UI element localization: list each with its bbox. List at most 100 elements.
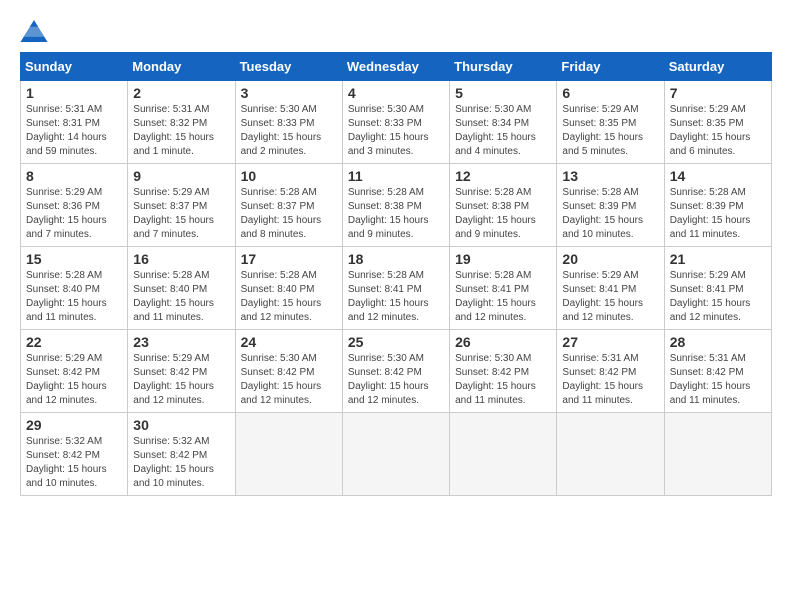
day-number: 23	[133, 334, 229, 350]
calendar-week-5: 29 Sunrise: 5:32 AMSunset: 8:42 PMDayligh…	[21, 413, 772, 496]
day-info: Sunrise: 5:30 AMSunset: 8:42 PMDaylight:…	[455, 352, 551, 408]
day-info: Sunrise: 5:28 AMSunset: 8:40 PMDaylight:…	[26, 269, 122, 325]
calendar-cell: 21 Sunrise: 5:29 AMSunset: 8:41 PMDayligh…	[664, 247, 771, 330]
day-info: Sunrise: 5:30 AMSunset: 8:33 PMDaylight:…	[348, 103, 444, 159]
day-info: Sunrise: 5:29 AMSunset: 8:42 PMDaylight:…	[133, 352, 229, 408]
day-number: 30	[133, 417, 229, 433]
day-number: 8	[26, 168, 122, 184]
day-number: 17	[241, 251, 337, 267]
day-info: Sunrise: 5:31 AMSunset: 8:42 PMDaylight:…	[670, 352, 766, 408]
day-info: Sunrise: 5:32 AMSunset: 8:42 PMDaylight:…	[26, 435, 122, 491]
weekday-header-monday: Monday	[128, 53, 235, 81]
calendar-cell: 17 Sunrise: 5:28 AMSunset: 8:40 PMDayligh…	[235, 247, 342, 330]
weekday-header-tuesday: Tuesday	[235, 53, 342, 81]
weekday-header-friday: Friday	[557, 53, 664, 81]
calendar-cell: 24Sunrise: 5:30 AMSunset: 8:42 PMDayligh…	[235, 330, 342, 413]
calendar-cell	[664, 413, 771, 496]
calendar-cell: 12 Sunrise: 5:28 AMSunset: 8:38 PMDayligh…	[450, 164, 557, 247]
day-info: Sunrise: 5:31 AMSunset: 8:42 PMDaylight:…	[562, 352, 658, 408]
day-number: 12	[455, 168, 551, 184]
calendar-week-2: 8 Sunrise: 5:29 AMSunset: 8:36 PMDaylight…	[21, 164, 772, 247]
calendar-cell: 7 Sunrise: 5:29 AMSunset: 8:35 PMDaylight…	[664, 81, 771, 164]
calendar-cell: 2 Sunrise: 5:31 AMSunset: 8:32 PMDaylight…	[128, 81, 235, 164]
day-info: Sunrise: 5:28 AMSunset: 8:38 PMDaylight:…	[348, 186, 444, 242]
calendar-week-1: 1 Sunrise: 5:31 AMSunset: 8:31 PMDaylight…	[21, 81, 772, 164]
calendar-cell: 25 Sunrise: 5:30 AMSunset: 8:42 PMDayligh…	[342, 330, 449, 413]
day-info: Sunrise: 5:31 AMSunset: 8:31 PMDaylight:…	[26, 103, 122, 159]
calendar-cell: 20 Sunrise: 5:29 AMSunset: 8:41 PMDayligh…	[557, 247, 664, 330]
day-info: Sunrise: 5:30 AMSunset: 8:42 PMDaylight:…	[348, 352, 444, 408]
day-number: 4	[348, 85, 444, 101]
day-number: 26	[455, 334, 551, 350]
calendar-cell	[557, 413, 664, 496]
calendar: SundayMondayTuesdayWednesdayThursdayFrid…	[20, 52, 772, 496]
day-info: Sunrise: 5:28 AMSunset: 8:40 PMDaylight:…	[241, 269, 337, 325]
day-number: 28	[670, 334, 766, 350]
calendar-cell: 27 Sunrise: 5:31 AMSunset: 8:42 PMDayligh…	[557, 330, 664, 413]
calendar-cell	[450, 413, 557, 496]
calendar-cell: 23 Sunrise: 5:29 AMSunset: 8:42 PMDayligh…	[128, 330, 235, 413]
calendar-cell: 11 Sunrise: 5:28 AMSunset: 8:38 PMDayligh…	[342, 164, 449, 247]
day-info: Sunrise: 5:28 AMSunset: 8:40 PMDaylight:…	[133, 269, 229, 325]
day-info: Sunrise: 5:30 AMSunset: 8:42 PMDaylight:…	[241, 352, 337, 408]
day-number: 25	[348, 334, 444, 350]
calendar-cell: 4 Sunrise: 5:30 AMSunset: 8:33 PMDaylight…	[342, 81, 449, 164]
calendar-cell	[342, 413, 449, 496]
calendar-cell: 26 Sunrise: 5:30 AMSunset: 8:42 PMDayligh…	[450, 330, 557, 413]
day-info: Sunrise: 5:29 AMSunset: 8:36 PMDaylight:…	[26, 186, 122, 242]
calendar-cell: 13 Sunrise: 5:28 AMSunset: 8:39 PMDayligh…	[557, 164, 664, 247]
day-info: Sunrise: 5:29 AMSunset: 8:41 PMDaylight:…	[670, 269, 766, 325]
day-info: Sunrise: 5:28 AMSunset: 8:41 PMDaylight:…	[348, 269, 444, 325]
day-number: 14	[670, 168, 766, 184]
day-number: 13	[562, 168, 658, 184]
day-number: 15	[26, 251, 122, 267]
day-info: Sunrise: 5:28 AMSunset: 8:38 PMDaylight:…	[455, 186, 551, 242]
calendar-cell: 22 Sunrise: 5:29 AMSunset: 8:42 PMDayligh…	[21, 330, 128, 413]
weekday-header-saturday: Saturday	[664, 53, 771, 81]
day-number: 1	[26, 85, 122, 101]
day-number: 11	[348, 168, 444, 184]
day-number: 19	[455, 251, 551, 267]
day-number: 10	[241, 168, 337, 184]
day-number: 5	[455, 85, 551, 101]
day-info: Sunrise: 5:29 AMSunset: 8:42 PMDaylight:…	[26, 352, 122, 408]
calendar-cell: 18 Sunrise: 5:28 AMSunset: 8:41 PMDayligh…	[342, 247, 449, 330]
header	[20, 20, 772, 42]
day-info: Sunrise: 5:29 AMSunset: 8:37 PMDaylight:…	[133, 186, 229, 242]
day-info: Sunrise: 5:28 AMSunset: 8:39 PMDaylight:…	[562, 186, 658, 242]
calendar-cell: 30Sunrise: 5:32 AMSunset: 8:42 PMDayligh…	[128, 413, 235, 496]
day-info: Sunrise: 5:30 AMSunset: 8:34 PMDaylight:…	[455, 103, 551, 159]
calendar-cell: 14 Sunrise: 5:28 AMSunset: 8:39 PMDayligh…	[664, 164, 771, 247]
day-number: 3	[241, 85, 337, 101]
day-info: Sunrise: 5:28 AMSunset: 8:39 PMDaylight:…	[670, 186, 766, 242]
day-info: Sunrise: 5:29 AMSunset: 8:35 PMDaylight:…	[562, 103, 658, 159]
calendar-cell	[235, 413, 342, 496]
day-number: 20	[562, 251, 658, 267]
calendar-cell: 10 Sunrise: 5:28 AMSunset: 8:37 PMDayligh…	[235, 164, 342, 247]
calendar-cell: 15 Sunrise: 5:28 AMSunset: 8:40 PMDayligh…	[21, 247, 128, 330]
day-number: 22	[26, 334, 122, 350]
day-info: Sunrise: 5:28 AMSunset: 8:37 PMDaylight:…	[241, 186, 337, 242]
calendar-cell: 16 Sunrise: 5:28 AMSunset: 8:40 PMDayligh…	[128, 247, 235, 330]
calendar-week-3: 15 Sunrise: 5:28 AMSunset: 8:40 PMDayligh…	[21, 247, 772, 330]
day-number: 18	[348, 251, 444, 267]
weekday-header-thursday: Thursday	[450, 53, 557, 81]
calendar-cell: 28 Sunrise: 5:31 AMSunset: 8:42 PMDayligh…	[664, 330, 771, 413]
day-info: Sunrise: 5:29 AMSunset: 8:41 PMDaylight:…	[562, 269, 658, 325]
weekday-header-row: SundayMondayTuesdayWednesdayThursdayFrid…	[21, 53, 772, 81]
logo	[20, 20, 52, 42]
calendar-cell: 29 Sunrise: 5:32 AMSunset: 8:42 PMDayligh…	[21, 413, 128, 496]
calendar-cell: 19Sunrise: 5:28 AMSunset: 8:41 PMDayligh…	[450, 247, 557, 330]
day-info: Sunrise: 5:30 AMSunset: 8:33 PMDaylight:…	[241, 103, 337, 159]
day-info: Sunrise: 5:29 AMSunset: 8:35 PMDaylight:…	[670, 103, 766, 159]
weekday-header-sunday: Sunday	[21, 53, 128, 81]
calendar-cell: 6Sunrise: 5:29 AMSunset: 8:35 PMDaylight…	[557, 81, 664, 164]
day-number: 29	[26, 417, 122, 433]
day-number: 2	[133, 85, 229, 101]
day-number: 21	[670, 251, 766, 267]
day-info: Sunrise: 5:31 AMSunset: 8:32 PMDaylight:…	[133, 103, 229, 159]
day-number: 27	[562, 334, 658, 350]
calendar-cell: 3 Sunrise: 5:30 AMSunset: 8:33 PMDaylight…	[235, 81, 342, 164]
day-number: 16	[133, 251, 229, 267]
day-number: 7	[670, 85, 766, 101]
